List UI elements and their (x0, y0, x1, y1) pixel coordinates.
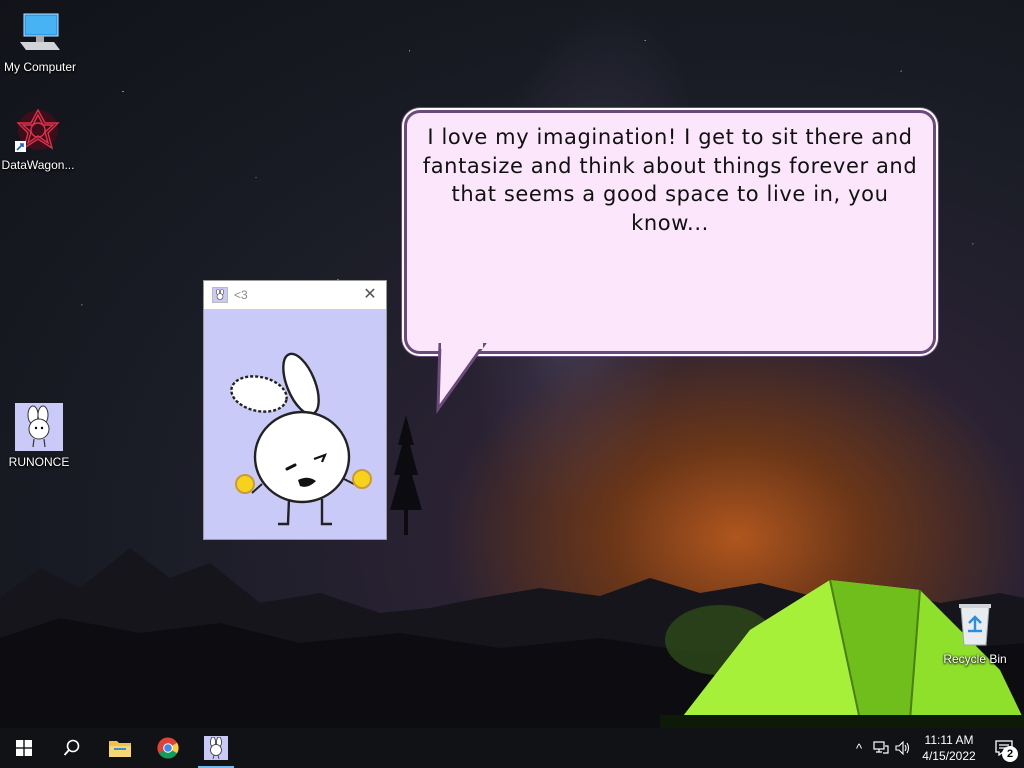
clock-time: 11:11 AM (924, 733, 974, 747)
taskbar-clock[interactable]: 11:11 AM 4/15/2022 (914, 732, 984, 764)
search-icon (63, 739, 80, 756)
desktop-icon-label: RUNONCE (8, 455, 70, 469)
speaker-icon (895, 741, 910, 755)
bunny-app-icon (212, 287, 228, 303)
bunny-app-window[interactable]: <3 ✕ (203, 280, 387, 540)
show-hidden-icons-button[interactable]: ^ (848, 728, 870, 768)
bunny-app-icon (204, 736, 228, 760)
speech-bubble-tail (436, 343, 487, 414)
taskbar: ^ 11:11 AM 4/15/2022 2 (0, 728, 1024, 768)
speech-bubble: I love my imagination! I get to sit ther… (404, 110, 936, 354)
chrome-button[interactable] (144, 728, 192, 768)
file-explorer-button[interactable] (96, 728, 144, 768)
desktop-icon-label: Recycle Bin (943, 652, 1007, 666)
desktop-icon-recycle-bin[interactable]: Recycle Bin (937, 600, 1013, 666)
network-icon (873, 741, 889, 754)
desktop-icon-my-computer[interactable]: My Computer (2, 8, 78, 74)
close-button[interactable]: ✕ (360, 285, 380, 305)
wallpaper-pine-tree (390, 415, 422, 535)
file-explorer-icon (109, 741, 131, 757)
start-button[interactable] (0, 728, 48, 768)
chevron-up-icon: ^ (855, 740, 863, 756)
network-button[interactable] (870, 728, 892, 768)
start-icon (16, 740, 32, 756)
recycle-bin-icon (951, 600, 999, 648)
notification-count-badge: 2 (1002, 746, 1018, 762)
desktop-icon-label: DataWagon... (1, 158, 75, 172)
system-tray: ^ 11:11 AM 4/15/2022 2 (848, 728, 1024, 768)
desktop-icon-runonce[interactable]: RUNONCE (1, 403, 77, 469)
bunny-app-taskbar-button[interactable] (192, 728, 240, 768)
chrome-icon (157, 737, 179, 759)
window-titlebar[interactable]: <3 ✕ (204, 281, 386, 309)
window-title: <3 (234, 288, 248, 302)
volume-button[interactable] (892, 728, 914, 768)
desktop-icon-datawagon[interactable]: DataWagon... (0, 106, 76, 172)
datawagon-icon (14, 106, 62, 154)
bunny-icon (15, 403, 63, 451)
bunny-character (230, 352, 372, 526)
clock-date: 4/15/2022 (922, 749, 976, 763)
speech-bubble-text: I love my imagination! I get to sit ther… (422, 125, 918, 235)
computer-icon (16, 8, 64, 56)
search-button[interactable] (48, 728, 96, 768)
action-center-button[interactable]: 2 (984, 728, 1024, 768)
desktop-icon-label: My Computer (3, 60, 77, 74)
